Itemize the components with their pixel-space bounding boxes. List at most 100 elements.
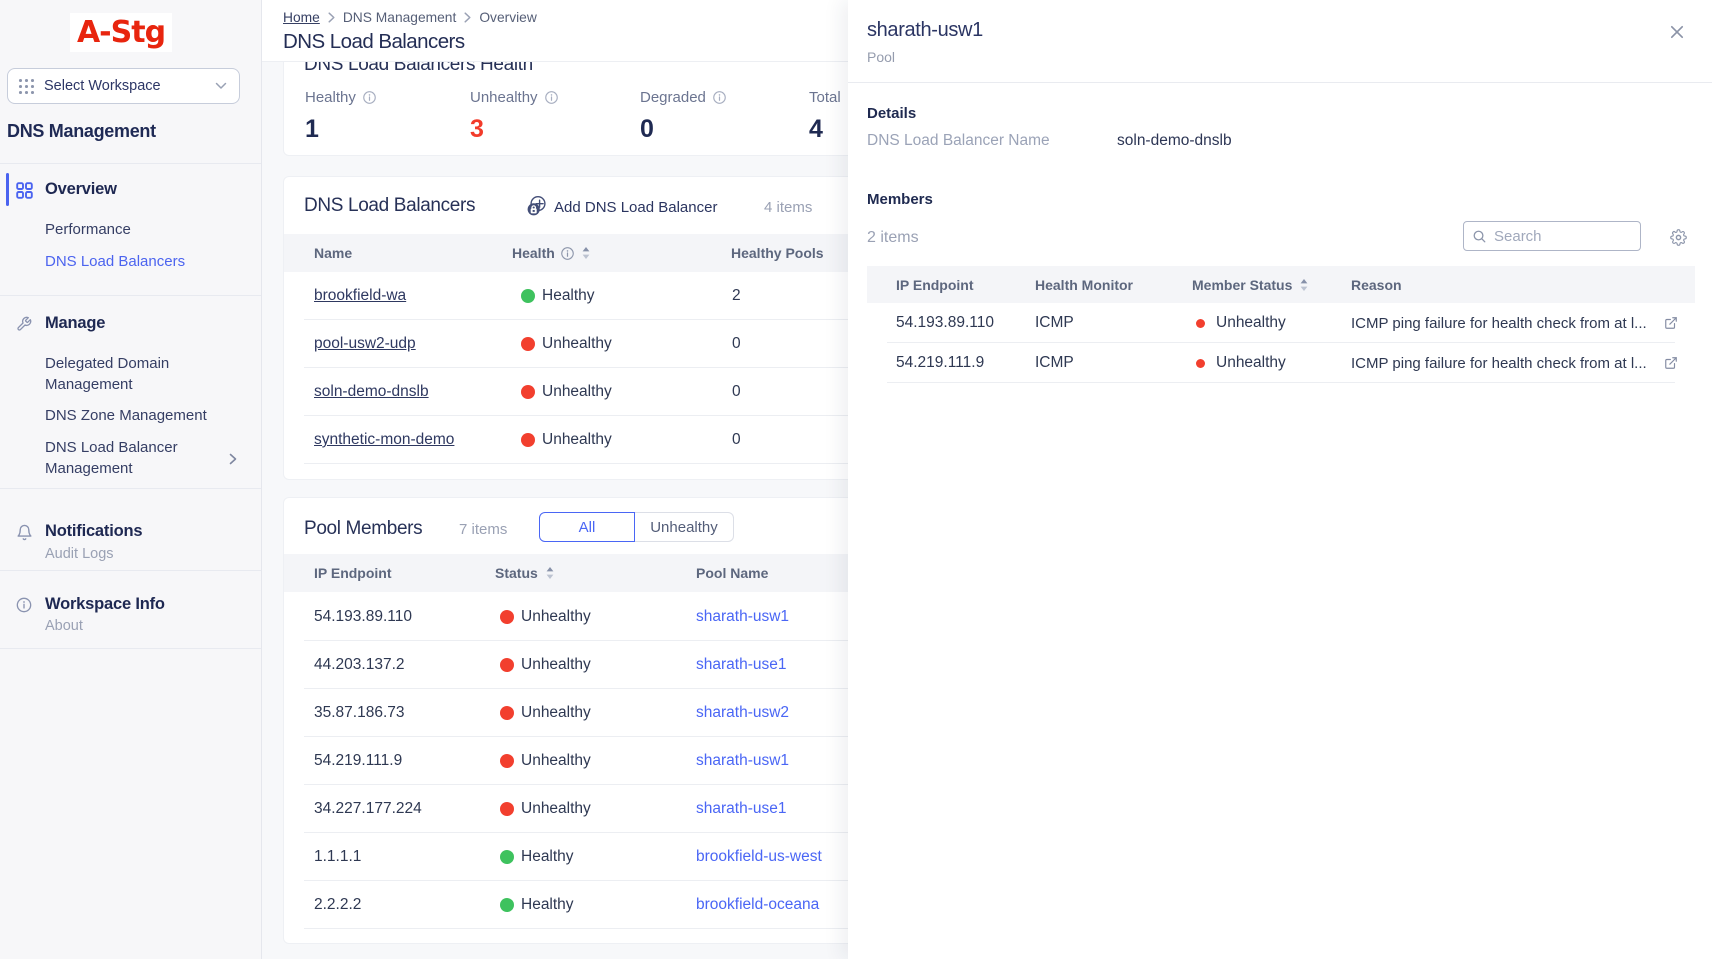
status-dot-healthy <box>521 289 535 303</box>
status-text: Healthy <box>521 848 574 866</box>
col-pool-name[interactable]: Pool Name <box>696 565 768 581</box>
stat-value: 0 <box>640 115 805 144</box>
ip-cell: 34.227.177.224 <box>314 785 422 833</box>
column-label: Status <box>495 565 538 581</box>
stat-value: 1 <box>305 115 470 144</box>
pool-members-title: Pool Members <box>304 518 422 540</box>
close-icon[interactable] <box>1670 25 1684 39</box>
workspace-selector[interactable]: Select Workspace <box>7 68 240 104</box>
gear-icon[interactable] <box>1670 229 1687 246</box>
sidebar-item-label: Manage <box>45 314 105 333</box>
stat-degraded: Degraded 0 <box>640 89 805 144</box>
add-dns-lb-button[interactable]: Add DNS Load Balancer <box>524 196 717 218</box>
filter-unhealthy-button[interactable]: Unhealthy <box>635 512 734 542</box>
add-locked-icon <box>524 196 546 218</box>
app-logo[interactable]: A-Stg <box>70 13 172 52</box>
status-cell: Unhealthy <box>1196 303 1286 343</box>
active-accent-bar <box>6 173 9 206</box>
lb-name-link[interactable]: pool-usw2-udp <box>314 335 416 353</box>
status-dot-unhealthy <box>500 802 514 816</box>
sidebar-item-overview[interactable]: Overview <box>0 172 262 208</box>
status-dot-unhealthy <box>521 385 535 399</box>
col-health-monitor[interactable]: Health Monitor <box>1035 277 1133 293</box>
col-health[interactable]: Health <box>512 245 590 261</box>
pool-name-link[interactable]: brookfield-us-west <box>696 848 822 866</box>
status-cell: Unhealthy <box>500 689 591 737</box>
col-healthy-pools[interactable]: Healthy Pools <box>731 245 824 261</box>
pool-name-link[interactable]: sharath-usw1 <box>696 752 789 770</box>
stat-label: Healthy <box>305 89 356 106</box>
pool-name-link[interactable]: brookfield-oceana <box>696 896 819 914</box>
status-dot-unhealthy <box>521 337 535 351</box>
column-label: IP Endpoint <box>314 565 392 581</box>
status-dot-unhealthy <box>521 433 535 447</box>
table-row[interactable]: 54.193.89.110 ICMP Unhealthy ICMP ping f… <box>867 303 1695 343</box>
status-dot-unhealthy <box>500 754 514 768</box>
filter-all-button[interactable]: All <box>539 512 635 542</box>
lb-name-link[interactable]: brookfield-wa <box>314 287 406 305</box>
ip-cell: 35.87.186.73 <box>314 689 405 737</box>
members-items-count: 2 items <box>867 229 919 247</box>
search-box <box>1463 221 1641 251</box>
chevron-down-icon <box>215 82 227 90</box>
breadcrumb-section[interactable]: DNS Management <box>343 10 457 25</box>
status-text: Unhealthy <box>542 431 612 449</box>
monitor-cell: ICMP <box>1035 303 1074 343</box>
sidebar-divider <box>0 570 261 571</box>
sidebar-item-performance[interactable]: Performance <box>45 220 131 241</box>
status-dot-unhealthy <box>1196 319 1205 328</box>
ip-cell: 54.219.111.9 <box>314 737 402 785</box>
lb-items-count: 4 items <box>764 199 812 216</box>
pool-name-link[interactable]: sharath-use1 <box>696 800 786 818</box>
sidebar-item-dns-zone-management[interactable]: DNS Zone Management <box>45 406 207 427</box>
sidebar-item-audit-logs[interactable]: Audit Logs <box>45 544 114 565</box>
lb-name-link[interactable]: soln-demo-dnslb <box>314 383 429 401</box>
col-reason[interactable]: Reason <box>1351 277 1402 293</box>
pool-name-link[interactable]: sharath-usw2 <box>696 704 789 722</box>
breadcrumb-home[interactable]: Home <box>283 10 320 25</box>
info-circle-icon[interactable] <box>545 91 558 104</box>
members-section-title: Members <box>867 191 933 208</box>
detail-label: DNS Load Balancer Name <box>867 132 1050 150</box>
column-label: Healthy Pools <box>731 245 824 261</box>
status-text: Unhealthy <box>1216 354 1286 372</box>
stat-label: Degraded <box>640 89 706 106</box>
sidebar-item-dns-load-balancers[interactable]: DNS Load Balancers <box>45 252 185 273</box>
status-text: Unhealthy <box>542 335 612 353</box>
col-member-status[interactable]: Member Status <box>1192 277 1308 293</box>
details-section-title: Details <box>867 105 916 122</box>
col-ip-endpoint[interactable]: IP Endpoint <box>896 277 974 293</box>
pool-name-link[interactable]: sharath-usw1 <box>696 608 789 626</box>
col-status[interactable]: Status <box>495 565 554 581</box>
column-label: Health Monitor <box>1035 277 1133 293</box>
col-name[interactable]: Name <box>314 245 352 261</box>
stat-label: Unhealthy <box>470 89 538 106</box>
sort-icon <box>546 567 554 579</box>
sidebar-item-label: Workspace Info <box>45 595 165 614</box>
column-label: Name <box>314 245 352 261</box>
pool-name-link[interactable]: sharath-use1 <box>696 656 786 674</box>
sidebar-item-about[interactable]: About <box>45 616 83 637</box>
pools-cell: 0 <box>732 416 741 464</box>
info-circle-icon[interactable] <box>713 91 726 104</box>
health-cell: Unhealthy <box>521 416 612 464</box>
lb-name-link[interactable]: synthetic-mon-demo <box>314 431 454 449</box>
chevron-right-icon[interactable] <box>229 453 237 465</box>
status-cell: Unhealthy <box>500 641 591 689</box>
sidebar-item-manage[interactable]: Manage <box>0 306 262 342</box>
search-input[interactable] <box>1494 228 1630 245</box>
reason-cell: ICMP ping failure for health check from … <box>1351 343 1647 383</box>
external-link-icon[interactable] <box>1664 316 1678 330</box>
sidebar-item-notifications[interactable]: Notifications <box>0 514 262 550</box>
table-row[interactable]: 54.219.111.9 ICMP Unhealthy ICMP ping fa… <box>867 343 1695 383</box>
info-circle-icon[interactable] <box>363 91 376 104</box>
sidebar-item-dns-lb-management[interactable]: DNS Load Balancer Management <box>45 438 230 479</box>
column-label: Health <box>512 245 555 261</box>
external-link-icon[interactable] <box>1664 356 1678 370</box>
col-ip-endpoint[interactable]: IP Endpoint <box>314 565 392 581</box>
sidebar-item-workspace-info[interactable]: Workspace Info <box>0 587 262 623</box>
status-cell: Healthy <box>500 833 574 881</box>
members-table-body: 54.193.89.110 ICMP Unhealthy ICMP ping f… <box>867 303 1695 383</box>
pools-cell: 0 <box>732 320 741 368</box>
sidebar-item-delegated-domain-management[interactable]: Delegated Domain Management <box>45 354 230 395</box>
